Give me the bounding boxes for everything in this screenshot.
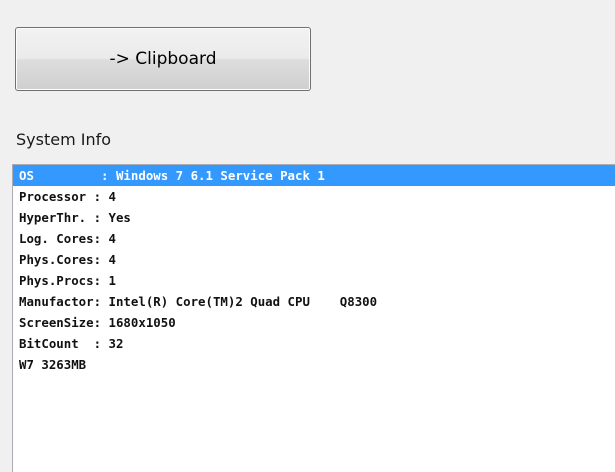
list-item-bit-count[interactable]: BitCount : 32 xyxy=(13,333,615,354)
list-item-os[interactable]: OS : Windows 7 6.1 Service Pack 1 xyxy=(13,165,615,186)
list-item-logical-cores[interactable]: Log. Cores: 4 xyxy=(13,228,615,249)
list-item-manufacturer[interactable]: Manufactor: Intel(R) Core(TM)2 Quad CPU … xyxy=(13,291,615,312)
copy-to-clipboard-button[interactable]: -> Clipboard xyxy=(15,27,311,91)
list-item-physical-processors[interactable]: Phys.Procs: 1 xyxy=(13,270,615,291)
list-item-hyperthreading[interactable]: HyperThr. : Yes xyxy=(13,207,615,228)
system-info-list[interactable]: OS : Windows 7 6.1 Service Pack 1 Proces… xyxy=(12,164,615,472)
system-info-label: System Info xyxy=(16,130,112,149)
list-item-screen-size[interactable]: ScreenSize: 1680x1050 xyxy=(13,312,615,333)
list-item-physical-cores[interactable]: Phys.Cores: 4 xyxy=(13,249,615,270)
list-item-processor[interactable]: Processor : 4 xyxy=(13,186,615,207)
list-item-memory[interactable]: W7 3263MB xyxy=(13,354,615,375)
